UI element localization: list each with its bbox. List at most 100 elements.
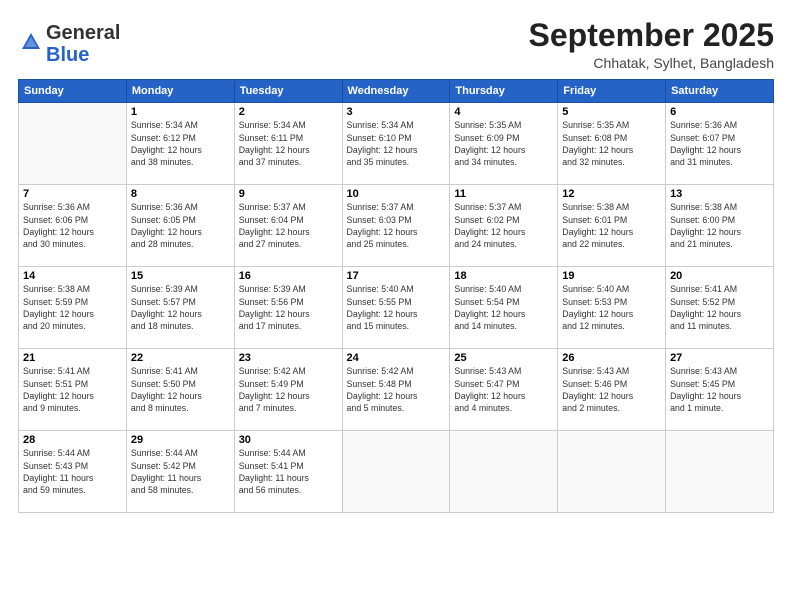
- day-info: Sunrise: 5:39 AMSunset: 5:57 PMDaylight:…: [131, 283, 230, 332]
- day-info: Sunrise: 5:44 AMSunset: 5:43 PMDaylight:…: [23, 447, 122, 496]
- day-number: 7: [23, 188, 122, 200]
- day-info: Sunrise: 5:34 AMSunset: 6:11 PMDaylight:…: [239, 119, 338, 168]
- calendar-cell: 12Sunrise: 5:38 AMSunset: 6:01 PMDayligh…: [558, 185, 666, 267]
- day-info: Sunrise: 5:37 AMSunset: 6:03 PMDaylight:…: [347, 201, 446, 250]
- day-info: Sunrise: 5:43 AMSunset: 5:45 PMDaylight:…: [670, 365, 769, 414]
- day-number: 4: [454, 106, 553, 118]
- calendar-cell: 1Sunrise: 5:34 AMSunset: 6:12 PMDaylight…: [126, 103, 234, 185]
- day-number: 3: [347, 106, 446, 118]
- calendar-cell: [450, 431, 558, 513]
- calendar-cell: 6Sunrise: 5:36 AMSunset: 6:07 PMDaylight…: [666, 103, 774, 185]
- day-number: 29: [131, 434, 230, 446]
- day-number: 8: [131, 188, 230, 200]
- col-wednesday: Wednesday: [342, 80, 450, 103]
- day-info: Sunrise: 5:42 AMSunset: 5:48 PMDaylight:…: [347, 365, 446, 414]
- calendar-cell: 20Sunrise: 5:41 AMSunset: 5:52 PMDayligh…: [666, 267, 774, 349]
- col-thursday: Thursday: [450, 80, 558, 103]
- day-number: 24: [347, 352, 446, 364]
- day-info: Sunrise: 5:37 AMSunset: 6:04 PMDaylight:…: [239, 201, 338, 250]
- day-number: 9: [239, 188, 338, 200]
- col-monday: Monday: [126, 80, 234, 103]
- calendar-cell: 28Sunrise: 5:44 AMSunset: 5:43 PMDayligh…: [19, 431, 127, 513]
- day-number: 15: [131, 270, 230, 282]
- logo-blue-text: Blue: [46, 44, 89, 66]
- calendar-cell: 3Sunrise: 5:34 AMSunset: 6:10 PMDaylight…: [342, 103, 450, 185]
- col-sunday: Sunday: [19, 80, 127, 103]
- day-info: Sunrise: 5:44 AMSunset: 5:42 PMDaylight:…: [131, 447, 230, 496]
- title-block: September 2025 Chhatak, Sylhet, Banglade…: [529, 18, 774, 71]
- week-row-5: 28Sunrise: 5:44 AMSunset: 5:43 PMDayligh…: [19, 431, 774, 513]
- day-number: 6: [670, 106, 769, 118]
- calendar-cell: [558, 431, 666, 513]
- day-info: Sunrise: 5:41 AMSunset: 5:50 PMDaylight:…: [131, 365, 230, 414]
- day-number: 1: [131, 106, 230, 118]
- calendar-cell: 2Sunrise: 5:34 AMSunset: 6:11 PMDaylight…: [234, 103, 342, 185]
- calendar-cell: 21Sunrise: 5:41 AMSunset: 5:51 PMDayligh…: [19, 349, 127, 431]
- day-number: 28: [23, 434, 122, 446]
- calendar-cell: 7Sunrise: 5:36 AMSunset: 6:06 PMDaylight…: [19, 185, 127, 267]
- logo-icon: [20, 31, 42, 53]
- day-number: 30: [239, 434, 338, 446]
- day-info: Sunrise: 5:38 AMSunset: 6:01 PMDaylight:…: [562, 201, 661, 250]
- day-info: Sunrise: 5:35 AMSunset: 6:09 PMDaylight:…: [454, 119, 553, 168]
- day-number: 26: [562, 352, 661, 364]
- calendar-cell: 18Sunrise: 5:40 AMSunset: 5:54 PMDayligh…: [450, 267, 558, 349]
- col-friday: Friday: [558, 80, 666, 103]
- day-info: Sunrise: 5:43 AMSunset: 5:46 PMDaylight:…: [562, 365, 661, 414]
- day-number: 18: [454, 270, 553, 282]
- calendar-cell: 15Sunrise: 5:39 AMSunset: 5:57 PMDayligh…: [126, 267, 234, 349]
- calendar-cell: 25Sunrise: 5:43 AMSunset: 5:47 PMDayligh…: [450, 349, 558, 431]
- day-info: Sunrise: 5:36 AMSunset: 6:05 PMDaylight:…: [131, 201, 230, 250]
- day-number: 22: [131, 352, 230, 364]
- day-info: Sunrise: 5:38 AMSunset: 6:00 PMDaylight:…: [670, 201, 769, 250]
- calendar-cell: 16Sunrise: 5:39 AMSunset: 5:56 PMDayligh…: [234, 267, 342, 349]
- logo-general-text: General: [46, 22, 120, 44]
- calendar-cell: 17Sunrise: 5:40 AMSunset: 5:55 PMDayligh…: [342, 267, 450, 349]
- day-number: 27: [670, 352, 769, 364]
- day-number: 19: [562, 270, 661, 282]
- calendar-cell: 4Sunrise: 5:35 AMSunset: 6:09 PMDaylight…: [450, 103, 558, 185]
- col-tuesday: Tuesday: [234, 80, 342, 103]
- calendar-cell: 13Sunrise: 5:38 AMSunset: 6:00 PMDayligh…: [666, 185, 774, 267]
- day-number: 21: [23, 352, 122, 364]
- day-info: Sunrise: 5:41 AMSunset: 5:51 PMDaylight:…: [23, 365, 122, 414]
- logo: General Blue: [18, 22, 120, 66]
- day-info: Sunrise: 5:34 AMSunset: 6:12 PMDaylight:…: [131, 119, 230, 168]
- day-number: 17: [347, 270, 446, 282]
- calendar-cell: [342, 431, 450, 513]
- day-info: Sunrise: 5:42 AMSunset: 5:49 PMDaylight:…: [239, 365, 338, 414]
- calendar-cell: 26Sunrise: 5:43 AMSunset: 5:46 PMDayligh…: [558, 349, 666, 431]
- week-row-3: 14Sunrise: 5:38 AMSunset: 5:59 PMDayligh…: [19, 267, 774, 349]
- calendar-cell: 10Sunrise: 5:37 AMSunset: 6:03 PMDayligh…: [342, 185, 450, 267]
- calendar-cell: 27Sunrise: 5:43 AMSunset: 5:45 PMDayligh…: [666, 349, 774, 431]
- day-number: 2: [239, 106, 338, 118]
- day-info: Sunrise: 5:41 AMSunset: 5:52 PMDaylight:…: [670, 283, 769, 332]
- day-number: 25: [454, 352, 553, 364]
- day-info: Sunrise: 5:43 AMSunset: 5:47 PMDaylight:…: [454, 365, 553, 414]
- day-info: Sunrise: 5:38 AMSunset: 5:59 PMDaylight:…: [23, 283, 122, 332]
- week-row-1: 1Sunrise: 5:34 AMSunset: 6:12 PMDaylight…: [19, 103, 774, 185]
- day-number: 10: [347, 188, 446, 200]
- calendar-cell: 30Sunrise: 5:44 AMSunset: 5:41 PMDayligh…: [234, 431, 342, 513]
- day-info: Sunrise: 5:37 AMSunset: 6:02 PMDaylight:…: [454, 201, 553, 250]
- day-info: Sunrise: 5:35 AMSunset: 6:08 PMDaylight:…: [562, 119, 661, 168]
- month-title: September 2025: [529, 18, 774, 53]
- day-info: Sunrise: 5:40 AMSunset: 5:54 PMDaylight:…: [454, 283, 553, 332]
- calendar-cell: 19Sunrise: 5:40 AMSunset: 5:53 PMDayligh…: [558, 267, 666, 349]
- calendar-cell: 8Sunrise: 5:36 AMSunset: 6:05 PMDaylight…: [126, 185, 234, 267]
- calendar-cell: 9Sunrise: 5:37 AMSunset: 6:04 PMDaylight…: [234, 185, 342, 267]
- calendar-cell: 24Sunrise: 5:42 AMSunset: 5:48 PMDayligh…: [342, 349, 450, 431]
- day-info: Sunrise: 5:40 AMSunset: 5:53 PMDaylight:…: [562, 283, 661, 332]
- day-info: Sunrise: 5:36 AMSunset: 6:07 PMDaylight:…: [670, 119, 769, 168]
- location: Chhatak, Sylhet, Bangladesh: [529, 55, 774, 71]
- calendar-cell: 5Sunrise: 5:35 AMSunset: 6:08 PMDaylight…: [558, 103, 666, 185]
- page-header: General Blue September 2025 Chhatak, Syl…: [18, 18, 774, 71]
- day-number: 16: [239, 270, 338, 282]
- day-info: Sunrise: 5:34 AMSunset: 6:10 PMDaylight:…: [347, 119, 446, 168]
- calendar-header-row: Sunday Monday Tuesday Wednesday Thursday…: [19, 80, 774, 103]
- day-number: 11: [454, 188, 553, 200]
- day-info: Sunrise: 5:40 AMSunset: 5:55 PMDaylight:…: [347, 283, 446, 332]
- calendar-cell: 29Sunrise: 5:44 AMSunset: 5:42 PMDayligh…: [126, 431, 234, 513]
- day-number: 13: [670, 188, 769, 200]
- week-row-4: 21Sunrise: 5:41 AMSunset: 5:51 PMDayligh…: [19, 349, 774, 431]
